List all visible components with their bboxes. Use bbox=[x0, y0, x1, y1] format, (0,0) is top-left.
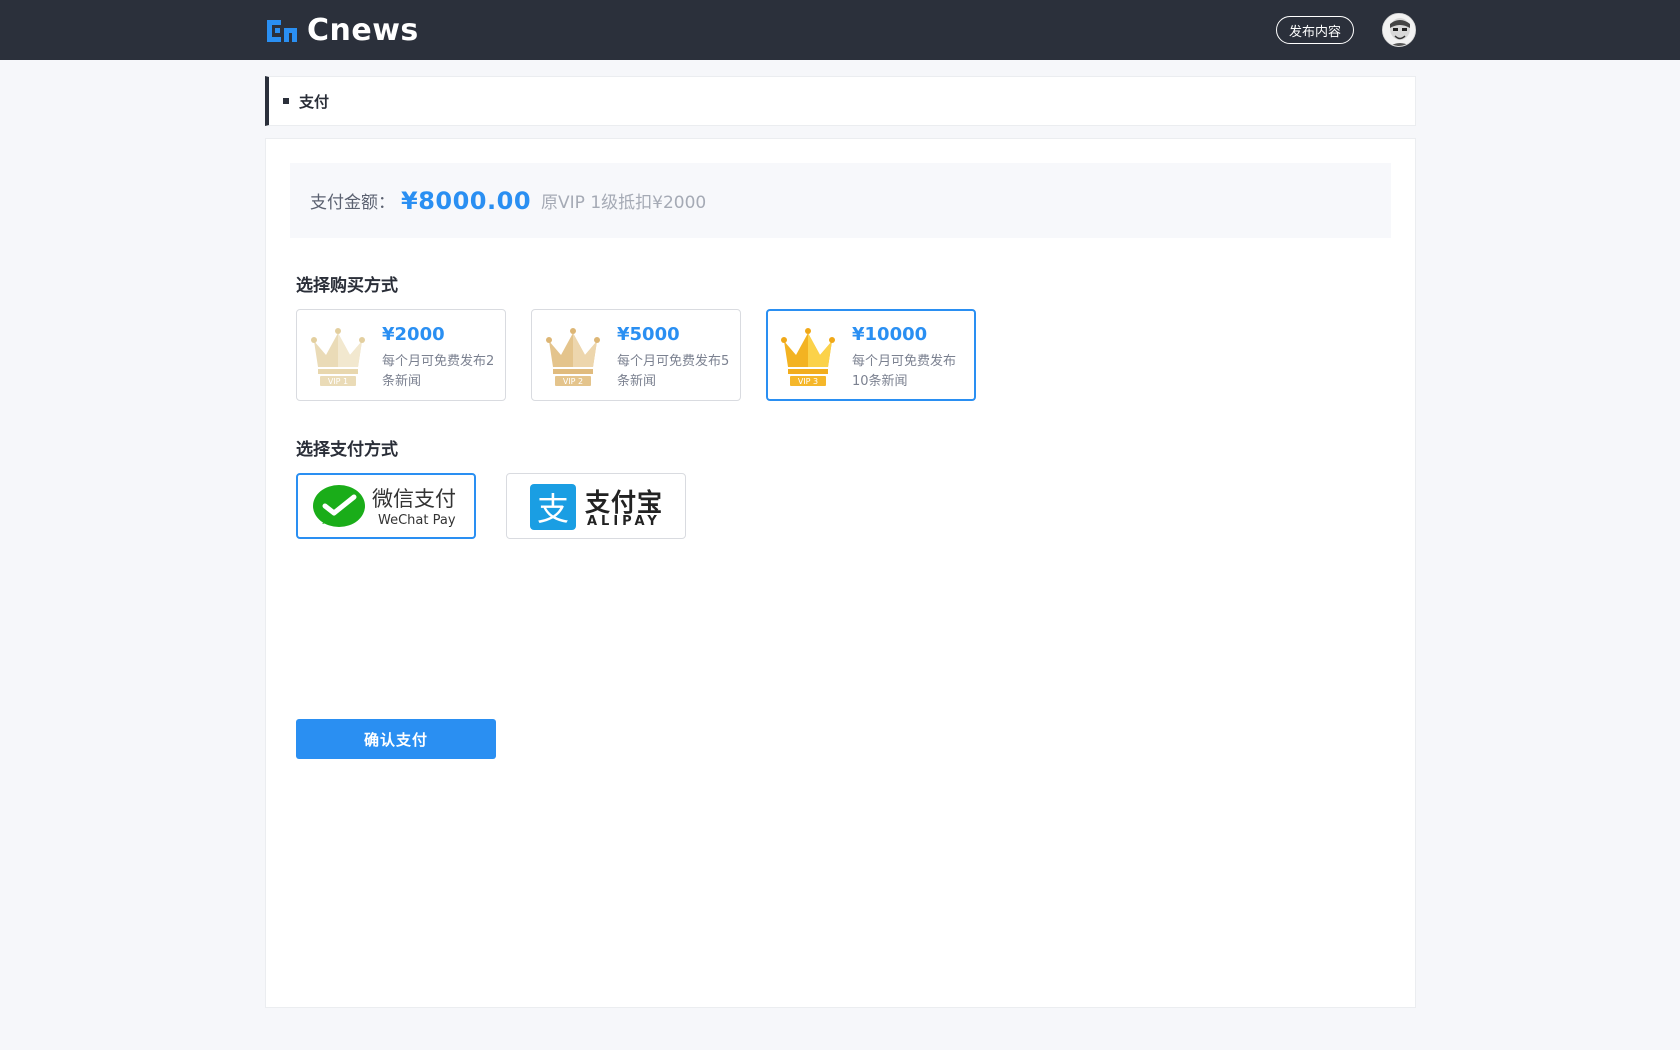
pay-method-section-title: 选择支付方式 bbox=[296, 440, 398, 460]
alipay-option[interactable]: 支 支付宝 ALIPAY bbox=[506, 473, 686, 539]
vip-description: 每个月可免费发布2条新闻 bbox=[382, 354, 495, 389]
crown-icon: VIP 2 bbox=[543, 321, 603, 387]
vip-description: 每个月可免费发布10条新闻 bbox=[852, 354, 957, 389]
wechat-pay-name: 微信支付 bbox=[372, 487, 456, 511]
breadcrumb-marker-icon bbox=[283, 98, 289, 104]
vip-description: 每个月可免费发布5条新闻 bbox=[617, 354, 730, 389]
vip-price: ¥2000 bbox=[382, 324, 445, 345]
logo-mark-icon bbox=[265, 16, 299, 46]
publish-content-button[interactable]: 发布内容 bbox=[1276, 16, 1354, 44]
purchase-section-title: 选择购买方式 bbox=[296, 276, 398, 296]
payment-panel: 支付金额： ¥8000.00 原VIP 1级抵扣¥2000 选择购买方式 VIP… bbox=[265, 138, 1416, 1008]
amount-label: 支付金额： bbox=[310, 193, 395, 213]
user-avatar[interactable] bbox=[1382, 13, 1416, 47]
vip-price: ¥5000 bbox=[617, 324, 680, 345]
vip-option-2[interactable]: VIP 2 ¥5000 每个月可免费发布5条新闻 bbox=[531, 309, 741, 401]
breadcrumb: 支付 bbox=[265, 76, 1416, 126]
vip-option-1[interactable]: VIP 1 ¥2000 每个月可免费发布2条新闻 bbox=[296, 309, 506, 401]
amount-value: ¥8000.00 bbox=[401, 186, 532, 215]
confirm-payment-button[interactable]: 确认支付 bbox=[296, 719, 496, 759]
wechat-pay-icon bbox=[313, 485, 365, 527]
alipay-icon: 支 bbox=[530, 484, 576, 530]
payment-amount-box: 支付金额： ¥8000.00 原VIP 1级抵扣¥2000 bbox=[290, 163, 1391, 238]
vip-badge-label: VIP 1 bbox=[328, 377, 348, 386]
cnews-logo[interactable]: Cnews bbox=[265, 16, 419, 46]
amount-discount-note: 原VIP 1级抵扣¥2000 bbox=[541, 193, 707, 213]
vip-option-3[interactable]: VIP 3 ¥10000 每个月可免费发布10条新闻 bbox=[766, 309, 976, 401]
vip-badge-label: VIP 2 bbox=[563, 377, 583, 386]
vip-badge-label: VIP 3 bbox=[798, 377, 818, 386]
top-nav-bar: Cnews 发布内容 bbox=[0, 0, 1680, 60]
alipay-sub: ALIPAY bbox=[587, 514, 661, 529]
vip-price: ¥10000 bbox=[852, 324, 928, 345]
wechat-pay-sub: WeChat Pay bbox=[378, 513, 456, 528]
page-title: 支付 bbox=[299, 92, 330, 111]
crown-icon: VIP 3 bbox=[778, 321, 838, 387]
logo-text: Cnews bbox=[307, 13, 419, 48]
wechat-pay-option[interactable]: 微信支付 WeChat Pay bbox=[296, 473, 476, 539]
crown-icon: VIP 1 bbox=[308, 321, 368, 387]
